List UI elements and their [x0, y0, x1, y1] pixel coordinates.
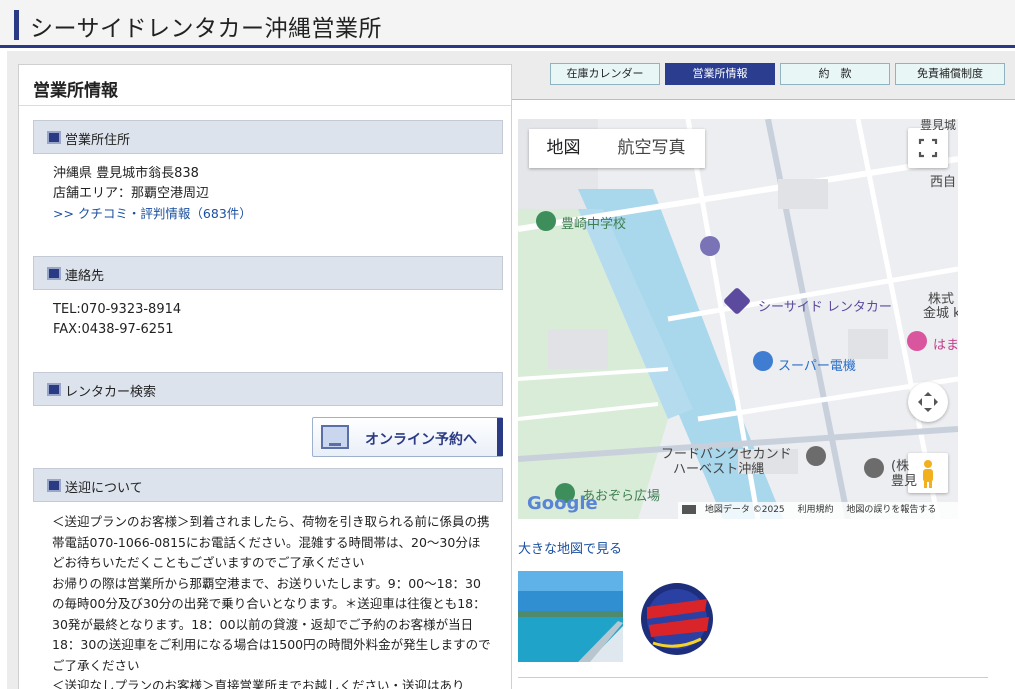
pickup-description: ＜送迎プランのお客様＞到着されましたら、荷物を引き取られる前に係員の携帯電話07…	[52, 514, 491, 689]
section-search-heading: レンタカー検索	[33, 372, 503, 406]
map-terms-link[interactable]: 利用規約	[798, 505, 834, 515]
map-type-satellite-button[interactable]: 航空写真	[598, 129, 705, 168]
square-bullet-icon	[47, 267, 61, 280]
tabs-divider	[512, 99, 1015, 100]
fullscreen-icon	[918, 138, 938, 158]
map-type-control: 地図 航空写真	[529, 129, 705, 168]
tel-number: TEL:070-9323-8914	[53, 302, 182, 317]
button-edge-accent	[497, 418, 503, 456]
map-label-school: 豊崎中学校	[561, 217, 627, 232]
map-label-nishi: 西自	[930, 175, 957, 190]
office-photo[interactable]	[518, 571, 623, 662]
section-contact-heading: 連絡先	[33, 256, 503, 290]
place-pin-icon[interactable]	[864, 458, 884, 478]
google-logo: Google	[527, 493, 598, 514]
reservation-button-label: オンライン予約へ	[365, 432, 477, 448]
online-reservation-button[interactable]: オンライン予約へ	[312, 417, 503, 457]
keyboard-shortcuts-icon[interactable]	[682, 505, 696, 514]
map-label-company2: 金城 k	[923, 306, 958, 321]
map-report-link[interactable]: 地図の誤りを報告する	[846, 505, 936, 515]
car-pin-icon[interactable]	[700, 236, 720, 256]
google-logo-text: Google	[527, 493, 598, 514]
map-label-toyomi2: 豊見	[891, 474, 918, 489]
map-label-hama: はま	[933, 338, 958, 353]
fax-number: FAX:0438-97-6251	[53, 322, 174, 337]
bottom-divider	[518, 677, 988, 678]
ocean-bridge-image	[518, 571, 623, 662]
school-pin-icon[interactable]	[536, 211, 556, 231]
map-label-harvest: ハーベスト沖縄	[673, 462, 765, 477]
map-data-credit: 地図データ ©2025	[704, 505, 785, 515]
tab-terms[interactable]: 約 款	[780, 63, 890, 85]
section-pickup-heading: 送迎について	[33, 468, 503, 502]
tab-office-info[interactable]: 営業所情報	[665, 63, 775, 85]
store-area: 店舗エリア：那覇空港周辺	[53, 186, 210, 201]
map-type-map-button[interactable]: 地図	[529, 129, 598, 168]
page-title: シーサイドレンタカー沖縄営業所	[30, 16, 383, 42]
address-line: 沖縄県 豊見城市翁長838	[53, 166, 199, 181]
company-logo[interactable]	[633, 577, 721, 661]
map-label-shop: シーサイド レンタカー	[758, 300, 892, 315]
header-accent-bar	[14, 10, 19, 40]
fullscreen-button[interactable]	[908, 128, 948, 168]
section-label: 営業所住所	[65, 133, 131, 148]
map-footer: 地図データ ©2025 利用規約 地図の誤りを報告する	[678, 502, 958, 519]
place-pin-icon[interactable]	[806, 446, 826, 466]
map-label-electronics: スーパー電機	[778, 359, 856, 374]
pan-arrows-icon	[918, 392, 938, 412]
page-header: シーサイドレンタカー沖縄営業所	[0, 0, 1015, 48]
tab-insurance[interactable]: 免責補償制度	[895, 63, 1005, 85]
office-info-title: 営業所情報	[33, 81, 118, 101]
section-label: レンタカー検索	[65, 385, 157, 400]
electronics-pin-icon[interactable]	[753, 351, 773, 371]
section-label: 送迎について	[65, 481, 143, 496]
map-label-toyomi-top: 豊見城	[920, 119, 957, 132]
hotel-pin-icon[interactable]	[907, 331, 927, 351]
square-bullet-icon	[47, 479, 61, 492]
google-map[interactable]: 地図 航空写真 豊崎中学校 シーサイド レンタカー スーパー電機 はま フードバ…	[518, 119, 958, 519]
section-address-heading: 営業所住所	[33, 120, 503, 154]
map-pan-control[interactable]	[908, 382, 948, 422]
larger-map-link[interactable]: 大きな地図で見る	[518, 538, 622, 557]
title-divider	[19, 105, 511, 106]
square-bullet-icon	[47, 383, 61, 396]
section-label: 連絡先	[65, 269, 105, 284]
square-bullet-icon	[47, 131, 61, 144]
computer-icon	[321, 425, 349, 449]
review-link[interactable]: >> クチコミ・評判情報（683件）	[53, 204, 252, 224]
seaside-logo-image	[641, 583, 713, 655]
tab-inventory-calendar[interactable]: 在庫カレンダー	[550, 63, 660, 85]
